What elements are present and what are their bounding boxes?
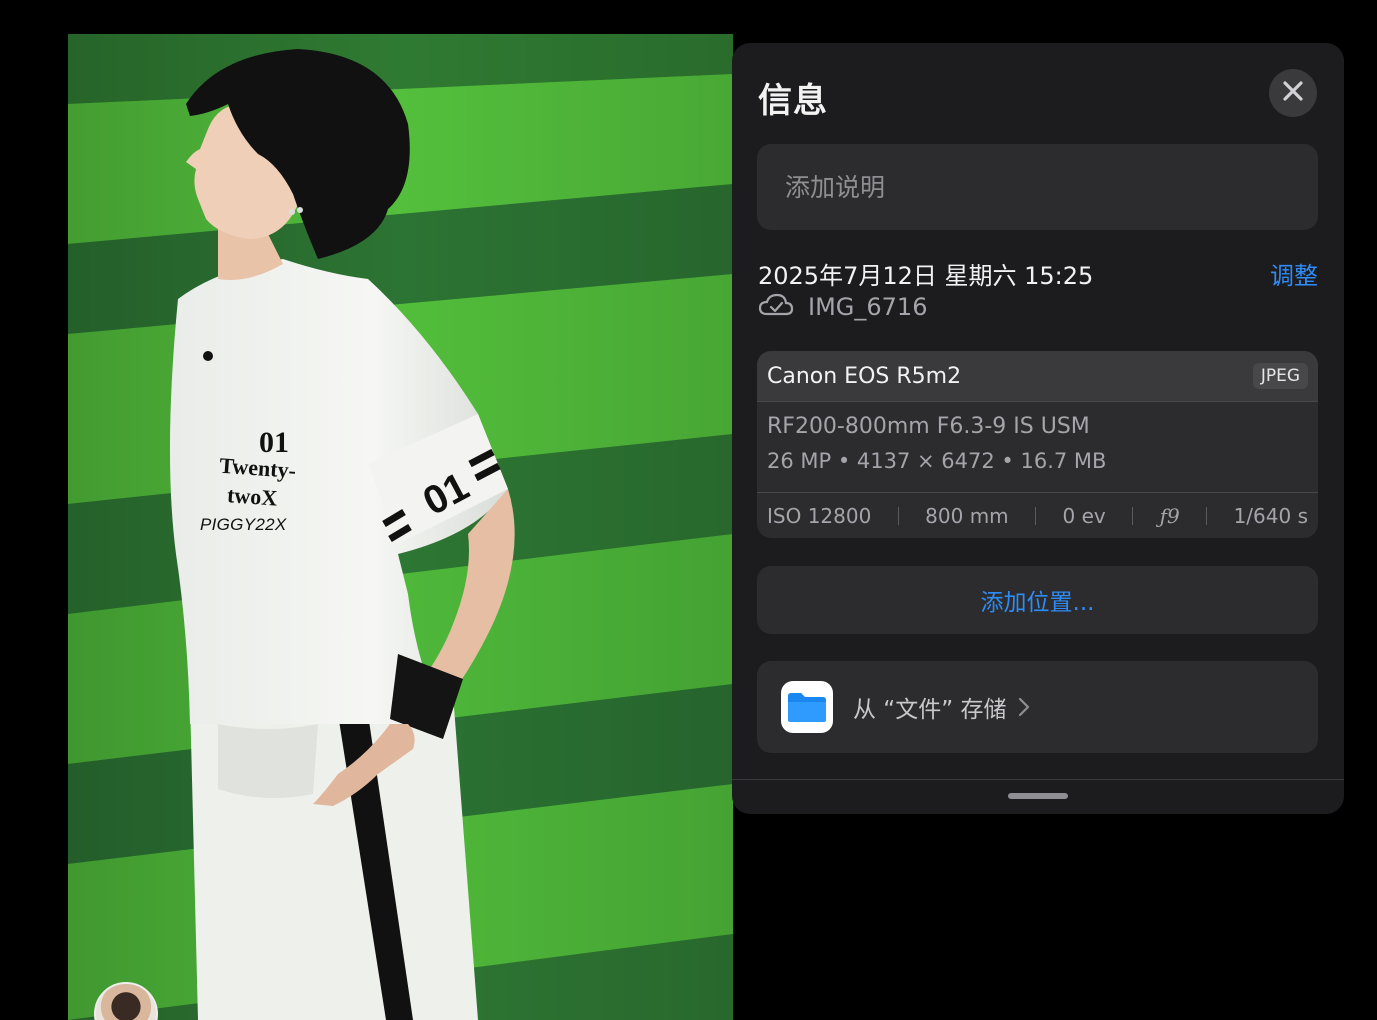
filename-row: IMG_6716 — [758, 293, 927, 321]
folder-icon — [781, 681, 833, 733]
caption-field[interactable] — [757, 144, 1318, 230]
camera-header: Canon EOS R5m2 JPEG — [757, 351, 1318, 402]
cloud-check-icon — [758, 293, 794, 321]
watermark: PIGGY22X — [200, 515, 287, 534]
shirt-text-line2: twoX — [226, 482, 278, 510]
close-button[interactable] — [1269, 69, 1317, 117]
photo-image: 01 01 Twenty- twoX — [68, 34, 733, 1020]
save-to-files-row[interactable]: 从 “文件” 存储 — [757, 661, 1318, 753]
caption-input[interactable] — [783, 171, 1318, 203]
exif-divider — [1035, 506, 1037, 525]
shirt-text-line1: Twenty- — [219, 453, 297, 483]
add-location-button[interactable]: 添加位置... — [757, 566, 1318, 634]
shirt-number: 01 — [259, 426, 289, 459]
exif-aperture: ƒ9 — [1159, 503, 1180, 528]
save-to-files-label: 从 “文件” 存储 — [853, 697, 1007, 723]
filename: IMG_6716 — [808, 293, 928, 321]
adjust-button[interactable]: 调整 — [1270, 256, 1318, 291]
camera-info-card: Canon EOS R5m2 JPEG RF200-800mm F6.3-9 I… — [757, 351, 1318, 538]
xmark-icon — [1282, 80, 1304, 106]
capture-datetime: 2025年7月12日 星期六 15:25 — [758, 262, 1094, 290]
exif-divider — [1132, 506, 1134, 525]
info-panel: 信息 2025年7月12日 星期六 15:25 调整 IMG_6716 — [732, 43, 1344, 814]
lens-info: RF200-800mm F6.3-9 IS USM — [767, 414, 1090, 439]
exif-exposure: 0 ev — [1062, 503, 1106, 528]
exif-row: ISO 12800 800 mm 0 ev ƒ9 1/640 s — [757, 492, 1318, 538]
exif-divider — [897, 506, 899, 525]
exif-divider — [1206, 506, 1208, 525]
format-badge: JPEG — [1252, 363, 1308, 389]
image-specs: 26 MP • 4137 × 6472 • 16.7 MB — [767, 449, 1107, 473]
exif-focal-length: 800 mm — [925, 503, 1009, 528]
camera-model: Canon EOS R5m2 — [767, 363, 962, 389]
resize-grabber[interactable] — [1008, 793, 1068, 799]
exif-iso: ISO 12800 — [767, 503, 872, 528]
chevron-right-icon — [1018, 697, 1030, 717]
screen: 01 01 Twenty- twoX PIGGY22X 信息 添加说明 2025… — [0, 0, 1377, 1020]
exif-shutter: 1/640 s — [1233, 503, 1308, 528]
photo-view[interactable]: 01 01 Twenty- twoX PIGGY22X — [68, 34, 733, 1020]
panel-title: 信息 — [758, 81, 828, 121]
panel-divider — [732, 779, 1344, 780]
